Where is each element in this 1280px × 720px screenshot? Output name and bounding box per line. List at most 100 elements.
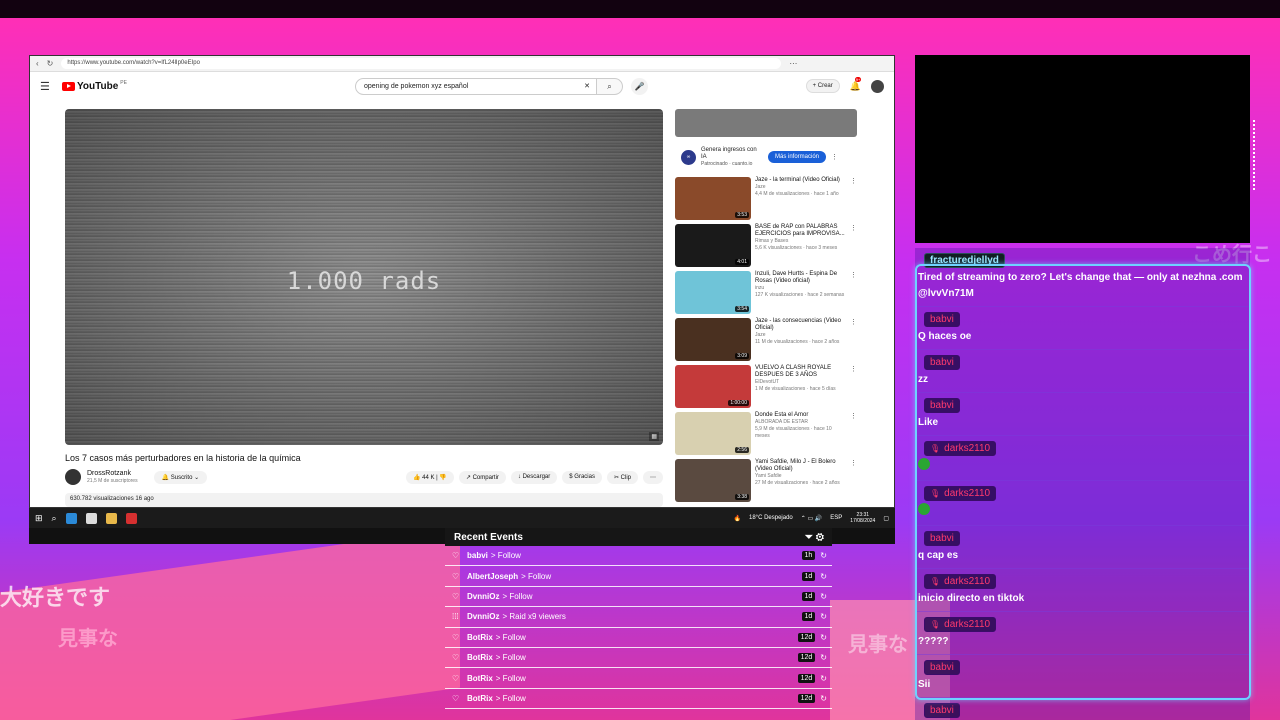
tray-icons[interactable]: ⌃ ▭ 🔊 (801, 515, 823, 522)
replay-icon[interactable]: ↻ (820, 592, 827, 601)
download-button[interactable]: ↓ Descargar (510, 470, 558, 484)
replay-icon[interactable]: ↻ (820, 572, 827, 581)
event-action: > Follow (521, 571, 552, 581)
video-thumbnail[interactable]: 4:01 (675, 224, 751, 267)
recommendation-title[interactable]: Inzuli, Dave Hurtts - Espina De Rosas (V… (755, 271, 846, 285)
video-player[interactable]: 1.000 rads ▦ (65, 109, 663, 445)
more-options-icon[interactable]: ⋮ (850, 224, 857, 270)
extensions-icon[interactable]: ⋯ (789, 59, 797, 68)
recommendation-item[interactable]: 3:53 Jaze - la terminal (Video Oficial) Ja… (675, 177, 857, 223)
create-button[interactable]: + Crear (805, 79, 840, 93)
chat-username[interactable]: babvi (924, 531, 960, 546)
channel-avatar[interactable] (65, 469, 81, 485)
description-box[interactable]: 630.782 visualizaciones 16 ago (65, 493, 663, 507)
obs-icon[interactable] (125, 512, 137, 524)
video-duration: 3:38 (735, 494, 749, 500)
event-user: BotRix (467, 673, 493, 683)
chat-username[interactable]: darks2110 (924, 617, 997, 632)
edge-icon[interactable] (65, 512, 77, 524)
video-thumbnail[interactable]: 3:53 (675, 177, 751, 220)
clear-icon[interactable]: ✕ (584, 79, 590, 94)
filter-settings-icons[interactable]: ⏷⚙ (805, 532, 827, 543)
avatar[interactable] (871, 79, 884, 93)
chat-username[interactable]: babvi (924, 355, 960, 370)
chat-username[interactable]: darks2110 (924, 574, 997, 589)
recommendation-channel[interactable]: Yami Safdie (755, 473, 846, 480)
recommendation-title[interactable]: Jaze - las consecuencias (Video Oficial) (755, 318, 846, 332)
chat-username[interactable]: babvi (924, 398, 960, 413)
chat-username[interactable]: babvi (924, 703, 960, 718)
more-options-icon[interactable]: ⋮ (850, 412, 857, 458)
start-icon[interactable]: ⊞ (35, 513, 43, 524)
recommendation-channel[interactable]: inzu (755, 285, 846, 292)
store-icon[interactable] (85, 512, 97, 524)
recommendation-channel[interactable]: Jaze (755, 332, 846, 339)
video-duration: 3:53 (735, 212, 749, 218)
more-options-icon[interactable]: ⋮ (850, 318, 857, 364)
video-thumbnail[interactable]: 1:00:00 (675, 365, 751, 408)
youtube-logo[interactable]: YouTube PE (62, 80, 127, 92)
recommendation-title[interactable]: Jaze - la terminal (Video Oficial) (755, 177, 846, 184)
language-indicator[interactable]: ESP (830, 515, 842, 521)
recommendation-item[interactable]: 4:01 BASE de RAP con PALABRAS EJERCICIOS … (675, 224, 857, 270)
url-input[interactable]: https://www.youtube.com/watch?v=IfL24lIp… (61, 58, 782, 69)
recommendation-item[interactable]: 2:56 Donde Esta el Amor ALBORADA DE ESTAR 5… (675, 412, 857, 458)
more-options-icon[interactable]: ⋮ (831, 153, 838, 161)
chat-username[interactable]: darks2110 (924, 441, 997, 456)
folder-icon[interactable] (105, 512, 117, 524)
replay-icon[interactable]: ↻ (820, 551, 827, 560)
recommendation-title[interactable]: VUELVO A CLASH ROYALE DESPUES DE 3 AÑOS (755, 365, 846, 379)
more-options-icon[interactable]: ⋮ (850, 365, 857, 411)
video-thumbnail[interactable]: 3:38 (675, 459, 751, 502)
thanks-button[interactable]: $ Gracias (562, 470, 602, 484)
mic-icon[interactable]: 🎤 (630, 77, 648, 95)
subscribed-button[interactable]: 🔔 Suscrito ⌄ (153, 470, 208, 484)
recommendation-channel[interactable]: Jaze (755, 184, 846, 191)
recommendation-title[interactable]: Yami Safdie, Milo J - El Bolero (Video O… (755, 459, 846, 473)
replay-icon[interactable]: ↻ (820, 694, 827, 703)
like-button[interactable]: 👍 44 K | 👎 (406, 470, 454, 484)
replay-icon[interactable]: ↻ (820, 653, 827, 662)
recommendation-item[interactable]: 3:09 Jaze - las consecuencias (Video Ofic… (675, 318, 857, 364)
video-thumbnail[interactable]: 3:54 (675, 271, 751, 314)
recommendation-channel[interactable]: ALBORADA DE ESTAR (755, 419, 846, 426)
chat-username[interactable]: babvi (924, 660, 960, 675)
replay-icon[interactable]: ↻ (820, 612, 827, 621)
more-actions-icon[interactable]: ⋯ (643, 470, 663, 484)
back-icon[interactable]: ‹ (36, 59, 39, 68)
search-button[interactable]: ⌕ (596, 77, 623, 95)
share-button[interactable]: ↗ Compartir (458, 470, 506, 484)
recommendation-item[interactable]: 3:54 Inzuli, Dave Hurtts - Espina De Rosa… (675, 271, 857, 317)
event-row: ♡ DvnniOz > Follow 1d ↻ (445, 587, 832, 608)
recommendation-title[interactable]: BASE de RAP con PALABRAS EJERCICIOS para… (755, 224, 846, 238)
ad-more-info-button[interactable]: Más información (768, 151, 827, 163)
more-options-icon[interactable]: ⋮ (850, 459, 857, 505)
channel-name[interactable]: DrossRotzank (87, 470, 138, 478)
search-input[interactable]: opening de pokemon xyz español ✕ (354, 77, 597, 95)
more-options-icon[interactable]: ⋮ (850, 177, 857, 223)
recommendation-channel[interactable]: Rimas y Bases (755, 238, 846, 245)
recommendation-item[interactable]: 3:38 Yami Safdie, Milo J - El Bolero (Vid… (675, 459, 857, 505)
replay-icon[interactable]: ↻ (820, 633, 827, 642)
chat-username[interactable]: darks2110 (924, 486, 997, 501)
video-thumbnail[interactable]: 2:56 (675, 412, 751, 455)
search-icon[interactable]: ⌕ (52, 513, 57, 524)
recommendation-item[interactable]: 1:00:00 VUELVO A CLASH ROYALE DESPUES DE … (675, 365, 857, 411)
video-thumbnail[interactable]: 3:09 (675, 318, 751, 361)
notification-center-icon[interactable]: ▢ (883, 515, 889, 522)
replay-icon[interactable]: ↻ (820, 674, 827, 683)
bell-icon[interactable]: 🔔 9+ (850, 76, 862, 92)
chat-username[interactable]: babvi (924, 312, 960, 327)
more-options-icon[interactable]: ⋮ (850, 271, 857, 317)
clock[interactable]: 23:31 17/08/2024 (850, 512, 875, 524)
emote-icon (918, 458, 930, 470)
weather-text[interactable]: 18°C Despejado (749, 515, 793, 521)
ad-banner[interactable] (675, 109, 857, 137)
recommendation-title[interactable]: Donde Esta el Amor (755, 412, 846, 419)
clip-button[interactable]: ✂ Clip (606, 470, 638, 484)
recommendation-info: Inzuli, Dave Hurtts - Espina De Rosas (V… (755, 271, 846, 317)
chat-username[interactable]: fracturedjellyd (924, 253, 1005, 268)
reload-icon[interactable]: ↻ (47, 59, 54, 68)
recommendation-channel[interactable]: ElDevotUT (755, 379, 846, 386)
menu-icon[interactable]: ☰ (40, 80, 54, 93)
